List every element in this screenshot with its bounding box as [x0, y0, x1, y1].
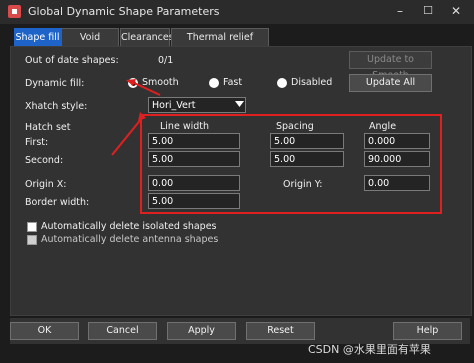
cancel-button[interactable]: Cancel: [88, 322, 157, 340]
watermark: CSDN @水果里面有苹果: [308, 343, 431, 356]
annotation-arrows: [111, 79, 161, 156]
ok-button[interactable]: OK: [10, 322, 79, 340]
arrow-to-hatch-head: [138, 112, 146, 121]
reset-button[interactable]: Reset: [246, 322, 315, 340]
arrow-to-smooth-line: [131, 81, 161, 96]
arrow-to-hatch-line: [111, 117, 143, 156]
arrow-to-smooth-head: [126, 79, 136, 86]
apply-button[interactable]: Apply: [167, 322, 236, 340]
help-button[interactable]: Help: [393, 322, 462, 340]
